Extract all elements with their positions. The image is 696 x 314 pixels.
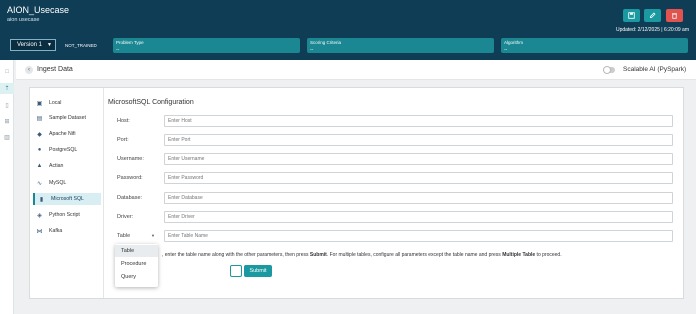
save-icon bbox=[628, 12, 635, 19]
note-bold: Submit bbox=[309, 252, 327, 258]
driver-row: Driver: bbox=[117, 211, 677, 223]
source-label: Microsoft SQL bbox=[51, 196, 84, 202]
table-type-select[interactable]: Table bbox=[117, 233, 130, 239]
field-label: Driver: bbox=[117, 214, 134, 220]
toggle-knob bbox=[603, 66, 611, 74]
source-list: ▣ Local ▤ Sample Dataset ◆ Apache Nifi ●… bbox=[30, 88, 104, 298]
card-label: Problem Type bbox=[116, 40, 144, 45]
mysql-icon: ∿ bbox=[36, 180, 43, 187]
note-text: to proceed. bbox=[535, 252, 562, 258]
note-text: , enter the table name along with the ot… bbox=[162, 252, 310, 258]
source-label: Local bbox=[49, 100, 62, 106]
source-item-python-script[interactable]: ◈ Python Script bbox=[33, 209, 101, 221]
problem-type-card: Problem Type -- bbox=[113, 38, 300, 53]
postgres-icon: ● bbox=[37, 147, 42, 153]
source-item-kafka[interactable]: ⋈ Kafka bbox=[33, 225, 101, 237]
kafka-icon: ⋈ bbox=[36, 228, 43, 235]
password-row: Password: bbox=[117, 172, 677, 184]
port-input[interactable] bbox=[164, 134, 673, 146]
field-label: Database: bbox=[117, 195, 143, 201]
python-icon: ◈ bbox=[37, 212, 42, 219]
source-label: Python Script bbox=[49, 212, 80, 218]
database-row: Database: bbox=[117, 192, 677, 204]
card-value: -- bbox=[504, 47, 508, 53]
section-title: MicrosoftSQL Configuration bbox=[108, 99, 194, 106]
table-type-dropdown: Table Procedure Query bbox=[115, 244, 158, 287]
source-label: Apache Nifi bbox=[49, 131, 76, 137]
edit-button[interactable] bbox=[644, 9, 661, 22]
table-row: Table ▼ bbox=[117, 230, 677, 242]
source-label: Actian bbox=[49, 163, 64, 169]
host-input[interactable] bbox=[164, 115, 673, 127]
delete-button[interactable] bbox=[666, 9, 683, 22]
settings-icon[interactable]: ⊞ bbox=[3, 117, 11, 125]
help-note: , enter the table name along with the ot… bbox=[162, 252, 562, 258]
status-badge: NOT_TRAINED bbox=[65, 43, 97, 48]
username-input[interactable] bbox=[164, 153, 673, 165]
updated-timestamp: Updated: 2/12/2025 | 6:20:09 am bbox=[615, 27, 689, 33]
source-item-postgresql[interactable]: ● PostgreSQL bbox=[33, 144, 101, 156]
chevron-down-icon: ▼ bbox=[47, 42, 52, 48]
source-label: Kafka bbox=[49, 228, 63, 234]
password-input[interactable] bbox=[164, 172, 673, 184]
source-item-apache-nifi[interactable]: ◆ Apache Nifi bbox=[33, 128, 101, 140]
source-label: MySQL bbox=[49, 180, 67, 186]
driver-input[interactable] bbox=[164, 211, 673, 223]
note-text: . For multiple tables, configure all par… bbox=[326, 252, 503, 258]
actian-icon: ▲ bbox=[36, 163, 43, 169]
source-item-local[interactable]: ▣ Local bbox=[33, 97, 101, 109]
chevron-down-icon[interactable]: ▼ bbox=[151, 233, 155, 238]
app-subtitle: aion usecase bbox=[7, 17, 40, 23]
source-item-microsoft-sql[interactable]: ▮ Microsoft SQL bbox=[33, 193, 101, 205]
save-button[interactable] bbox=[623, 9, 640, 22]
field-label: Password: bbox=[117, 175, 143, 181]
multiple-table-button[interactable] bbox=[230, 265, 242, 277]
folder-icon: ▣ bbox=[36, 100, 43, 107]
back-button[interactable]: ‹ bbox=[25, 66, 33, 74]
table-name-input[interactable] bbox=[164, 230, 673, 242]
version-label: Version 1 bbox=[17, 42, 43, 48]
app-title: AION_Usecase bbox=[7, 5, 70, 15]
app-header: AION_Usecase aion usecase Updated: 2/12/… bbox=[0, 0, 696, 60]
dropdown-option-procedure[interactable]: Procedure bbox=[115, 258, 158, 270]
note-bold: Multiple Table bbox=[502, 252, 536, 258]
card-value: -- bbox=[116, 47, 120, 53]
card-label: Algorithm bbox=[504, 40, 524, 45]
mssql-icon: ▮ bbox=[39, 196, 44, 203]
username-row: Username: bbox=[117, 153, 677, 165]
source-item-sample-dataset[interactable]: ▤ Sample Dataset bbox=[33, 112, 101, 124]
field-label: Username: bbox=[117, 156, 144, 162]
card-value: -- bbox=[310, 47, 314, 53]
source-label: PostgreSQL bbox=[49, 147, 78, 153]
source-item-actian[interactable]: ▲ Actian bbox=[33, 160, 101, 172]
host-row: Host: bbox=[117, 115, 677, 127]
nifi-icon: ◆ bbox=[37, 131, 42, 138]
version-select[interactable]: Version 1 ▼ bbox=[10, 39, 56, 51]
scoring-criteria-card: Scoring Criteria -- bbox=[307, 38, 494, 53]
edit-icon bbox=[650, 12, 656, 18]
scalable-ai-toggle[interactable] bbox=[603, 66, 615, 74]
toggle-label: Scalable AI (PySpark) bbox=[623, 66, 687, 73]
submit-button[interactable]: Submit bbox=[244, 265, 272, 277]
home-icon[interactable]: □ bbox=[3, 68, 11, 76]
database-input[interactable] bbox=[164, 192, 673, 204]
upload-icon[interactable]: ⇡ bbox=[0, 83, 14, 94]
delete-icon bbox=[672, 13, 677, 19]
dropdown-option-query[interactable]: Query bbox=[115, 271, 158, 283]
nav-rail: □ ⇡ ▯ ⊞ ▥ bbox=[0, 60, 14, 314]
file-icon[interactable]: ▯ bbox=[3, 101, 11, 109]
dataset-icon: ▤ bbox=[36, 115, 43, 122]
trash-icon[interactable]: ▥ bbox=[3, 133, 11, 141]
port-row: Port: bbox=[117, 134, 677, 146]
source-label: Sample Dataset bbox=[49, 115, 86, 121]
dropdown-option-table[interactable]: Table bbox=[115, 245, 158, 257]
algorithm-card: Algorithm -- bbox=[501, 38, 688, 53]
card-label: Scoring Criteria bbox=[310, 40, 342, 45]
page-toolbar: ‹ Ingest Data Scalable AI (PySpark) bbox=[16, 60, 696, 80]
config-panel: MicrosoftSQL Configuration Host: Port: U… bbox=[104, 88, 685, 298]
source-item-mysql[interactable]: ∿ MySQL bbox=[33, 177, 101, 189]
field-label: Host: bbox=[117, 118, 130, 124]
field-label: Port: bbox=[117, 137, 129, 143]
page-title: Ingest Data bbox=[37, 66, 73, 73]
